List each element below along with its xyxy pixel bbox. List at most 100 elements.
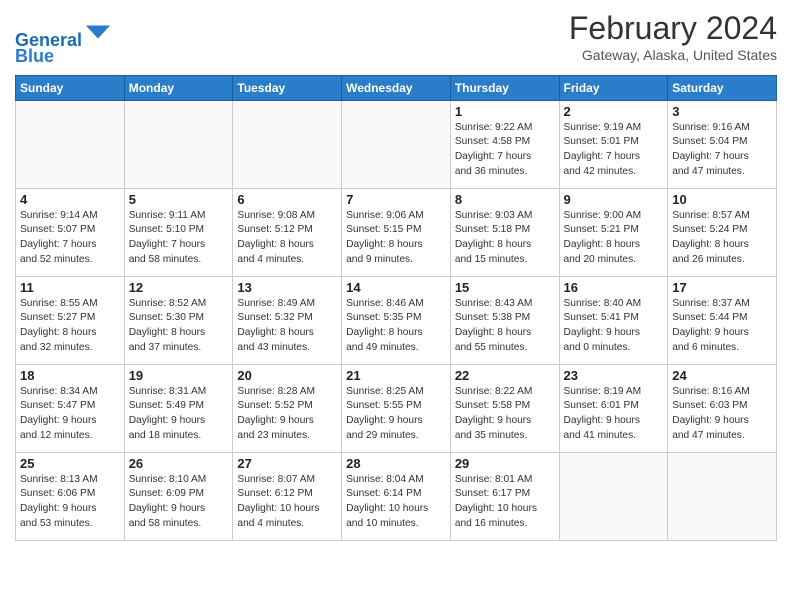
day-number: 29 bbox=[455, 456, 555, 471]
day-info: Sunrise: 8:13 AMSunset: 6:06 PMDaylight:… bbox=[20, 473, 120, 532]
calendar-cell: 7Sunrise: 9:06 AMSunset: 5:15 PMDaylight… bbox=[342, 188, 451, 276]
logo-icon bbox=[84, 18, 112, 46]
day-number: 20 bbox=[237, 368, 337, 383]
day-info: Sunrise: 8:49 AMSunset: 5:32 PMDaylight:… bbox=[237, 297, 337, 356]
calendar-cell bbox=[342, 100, 451, 188]
day-info: Sunrise: 8:46 AMSunset: 5:35 PMDaylight:… bbox=[346, 297, 446, 356]
calendar-cell: 24Sunrise: 8:16 AMSunset: 6:03 PMDayligh… bbox=[668, 364, 777, 452]
calendar-week-4: 25 Sunrise: 8:13 AMSunset: 6:06 PMDayligh… bbox=[16, 452, 777, 540]
day-number: 24 bbox=[672, 368, 772, 383]
calendar-week-0: 1 Sunrise: 9:22 AMSunset: 4:58 PMDaylight… bbox=[16, 100, 777, 188]
day-info: Sunrise: 8:57 AMSunset: 5:24 PMDaylight:… bbox=[672, 209, 772, 268]
day-info: Sunrise: 9:14 AMSunset: 5:07 PMDaylight:… bbox=[20, 209, 120, 268]
day-info: Sunrise: 9:22 AMSunset: 4:58 PMDaylight:… bbox=[455, 121, 555, 180]
day-info: Sunrise: 8:25 AMSunset: 5:55 PMDaylight:… bbox=[346, 385, 446, 444]
calendar-cell: 22 Sunrise: 8:22 AMSunset: 5:58 PMDayligh… bbox=[450, 364, 559, 452]
day-info: Sunrise: 8:34 AMSunset: 5:47 PMDaylight:… bbox=[20, 385, 120, 444]
day-number: 25 bbox=[20, 456, 120, 471]
calendar-cell: 4 Sunrise: 9:14 AMSunset: 5:07 PMDaylight… bbox=[16, 188, 125, 276]
calendar-cell bbox=[668, 452, 777, 540]
day-info: Sunrise: 9:03 AMSunset: 5:18 PMDaylight:… bbox=[455, 209, 555, 268]
calendar-header-friday: Friday bbox=[559, 75, 668, 100]
day-number: 17 bbox=[672, 280, 772, 295]
calendar-cell: 20 Sunrise: 8:28 AMSunset: 5:52 PMDayligh… bbox=[233, 364, 342, 452]
calendar-cell: 19 Sunrise: 8:31 AMSunset: 5:49 PMDayligh… bbox=[124, 364, 233, 452]
day-info: Sunrise: 8:04 AMSunset: 6:14 PMDaylight:… bbox=[346, 473, 446, 532]
calendar-cell: 21 Sunrise: 8:25 AMSunset: 5:55 PMDayligh… bbox=[342, 364, 451, 452]
day-number: 16 bbox=[564, 280, 664, 295]
calendar-cell: 17 Sunrise: 8:37 AMSunset: 5:44 PMDayligh… bbox=[668, 276, 777, 364]
day-number: 13 bbox=[237, 280, 337, 295]
calendar-cell: 5 Sunrise: 9:11 AMSunset: 5:10 PMDaylight… bbox=[124, 188, 233, 276]
day-number: 12 bbox=[129, 280, 229, 295]
calendar-week-1: 4 Sunrise: 9:14 AMSunset: 5:07 PMDaylight… bbox=[16, 188, 777, 276]
calendar-cell: 10 Sunrise: 8:57 AMSunset: 5:24 PMDayligh… bbox=[668, 188, 777, 276]
calendar-cell: 12Sunrise: 8:52 AMSunset: 5:30 PMDayligh… bbox=[124, 276, 233, 364]
calendar-cell: 26Sunrise: 8:10 AMSunset: 6:09 PMDayligh… bbox=[124, 452, 233, 540]
calendar-cell bbox=[559, 452, 668, 540]
day-number: 18 bbox=[20, 368, 120, 383]
day-number: 3 bbox=[672, 104, 772, 119]
day-info: Sunrise: 8:07 AMSunset: 6:12 PMDaylight:… bbox=[237, 473, 337, 532]
day-info: Sunrise: 9:11 AMSunset: 5:10 PMDaylight:… bbox=[129, 209, 229, 268]
calendar-header-tuesday: Tuesday bbox=[233, 75, 342, 100]
calendar-header-saturday: Saturday bbox=[668, 75, 777, 100]
calendar-header-sunday: Sunday bbox=[16, 75, 125, 100]
calendar-week-3: 18 Sunrise: 8:34 AMSunset: 5:47 PMDayligh… bbox=[16, 364, 777, 452]
calendar-cell: 3 Sunrise: 9:16 AMSunset: 5:04 PMDaylight… bbox=[668, 100, 777, 188]
calendar-cell bbox=[124, 100, 233, 188]
day-number: 23 bbox=[564, 368, 664, 383]
title-block: February 2024 Gateway, Alaska, United St… bbox=[569, 10, 777, 63]
calendar-cell: 16 Sunrise: 8:40 AMSunset: 5:41 PMDayligh… bbox=[559, 276, 668, 364]
day-info: Sunrise: 9:16 AMSunset: 5:04 PMDaylight:… bbox=[672, 121, 772, 180]
day-number: 6 bbox=[237, 192, 337, 207]
calendar-cell: 13 Sunrise: 8:49 AMSunset: 5:32 PMDayligh… bbox=[233, 276, 342, 364]
day-number: 10 bbox=[672, 192, 772, 207]
calendar-cell: 8 Sunrise: 9:03 AMSunset: 5:18 PMDaylight… bbox=[450, 188, 559, 276]
calendar-week-2: 11 Sunrise: 8:55 AMSunset: 5:27 PMDayligh… bbox=[16, 276, 777, 364]
day-info: Sunrise: 8:19 AMSunset: 6:01 PMDaylight:… bbox=[564, 385, 664, 444]
calendar-cell: 2 Sunrise: 9:19 AMSunset: 5:01 PMDaylight… bbox=[559, 100, 668, 188]
calendar-cell bbox=[16, 100, 125, 188]
day-number: 8 bbox=[455, 192, 555, 207]
calendar-cell: 1 Sunrise: 9:22 AMSunset: 4:58 PMDaylight… bbox=[450, 100, 559, 188]
day-info: Sunrise: 8:28 AMSunset: 5:52 PMDaylight:… bbox=[237, 385, 337, 444]
calendar-header-wednesday: Wednesday bbox=[342, 75, 451, 100]
calendar-cell: 29 Sunrise: 8:01 AMSunset: 6:17 PMDayligh… bbox=[450, 452, 559, 540]
calendar-table: SundayMondayTuesdayWednesdayThursdayFrid… bbox=[15, 75, 777, 541]
day-number: 1 bbox=[455, 104, 555, 119]
calendar-cell: 11 Sunrise: 8:55 AMSunset: 5:27 PMDayligh… bbox=[16, 276, 125, 364]
day-number: 19 bbox=[129, 368, 229, 383]
day-number: 9 bbox=[564, 192, 664, 207]
day-number: 22 bbox=[455, 368, 555, 383]
calendar-cell: 14Sunrise: 8:46 AMSunset: 5:35 PMDayligh… bbox=[342, 276, 451, 364]
day-info: Sunrise: 9:06 AMSunset: 5:15 PMDaylight:… bbox=[346, 209, 446, 268]
day-number: 4 bbox=[20, 192, 120, 207]
calendar-cell: 28 Sunrise: 8:04 AMSunset: 6:14 PMDayligh… bbox=[342, 452, 451, 540]
calendar-header-row: SundayMondayTuesdayWednesdayThursdayFrid… bbox=[16, 75, 777, 100]
calendar-cell: 6 Sunrise: 9:08 AMSunset: 5:12 PMDaylight… bbox=[233, 188, 342, 276]
day-info: Sunrise: 9:00 AMSunset: 5:21 PMDaylight:… bbox=[564, 209, 664, 268]
day-info: Sunrise: 8:31 AMSunset: 5:49 PMDaylight:… bbox=[129, 385, 229, 444]
calendar-cell bbox=[233, 100, 342, 188]
day-number: 11 bbox=[20, 280, 120, 295]
day-info: Sunrise: 8:01 AMSunset: 6:17 PMDaylight:… bbox=[455, 473, 555, 532]
calendar-cell: 9 Sunrise: 9:00 AMSunset: 5:21 PMDaylight… bbox=[559, 188, 668, 276]
page-header: General Blue February 2024 Gateway, Alas… bbox=[15, 10, 777, 67]
day-number: 2 bbox=[564, 104, 664, 119]
day-number: 5 bbox=[129, 192, 229, 207]
calendar-cell: 15Sunrise: 8:43 AMSunset: 5:38 PMDayligh… bbox=[450, 276, 559, 364]
day-info: Sunrise: 8:22 AMSunset: 5:58 PMDaylight:… bbox=[455, 385, 555, 444]
day-info: Sunrise: 8:55 AMSunset: 5:27 PMDaylight:… bbox=[20, 297, 120, 356]
day-info: Sunrise: 8:40 AMSunset: 5:41 PMDaylight:… bbox=[564, 297, 664, 356]
day-number: 27 bbox=[237, 456, 337, 471]
calendar-cell: 27 Sunrise: 8:07 AMSunset: 6:12 PMDayligh… bbox=[233, 452, 342, 540]
day-info: Sunrise: 8:37 AMSunset: 5:44 PMDaylight:… bbox=[672, 297, 772, 356]
calendar-cell: 25 Sunrise: 8:13 AMSunset: 6:06 PMDayligh… bbox=[16, 452, 125, 540]
day-info: Sunrise: 9:08 AMSunset: 5:12 PMDaylight:… bbox=[237, 209, 337, 268]
calendar-cell: 23 Sunrise: 8:19 AMSunset: 6:01 PMDayligh… bbox=[559, 364, 668, 452]
calendar-cell: 18 Sunrise: 8:34 AMSunset: 5:47 PMDayligh… bbox=[16, 364, 125, 452]
day-number: 21 bbox=[346, 368, 446, 383]
day-info: Sunrise: 9:19 AMSunset: 5:01 PMDaylight:… bbox=[564, 121, 664, 180]
day-number: 28 bbox=[346, 456, 446, 471]
